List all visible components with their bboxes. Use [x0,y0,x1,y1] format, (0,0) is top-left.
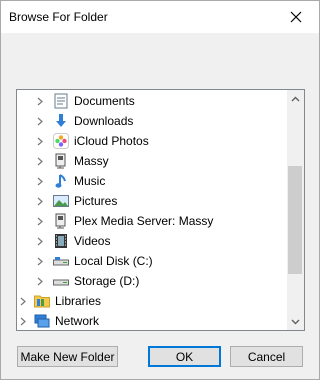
downloads-icon [53,113,69,129]
tree-item-label: Documents [74,94,135,108]
chevron-up-icon [291,96,300,101]
tree-item-label: Storage (D:) [74,274,140,288]
folder-tree[interactable]: Documents Downloads iCloud Photos Massy … [16,89,305,331]
tree-item-local-disk-c[interactable]: Local Disk (C:) [35,251,304,271]
chevron-right-icon[interactable] [35,111,45,131]
browse-for-folder-dialog: Browse For Folder Documents Downloads iC… [0,0,320,380]
tree-item-documents[interactable]: Documents [35,91,304,111]
icloud-photos-icon [53,133,69,149]
chevron-right-icon[interactable] [35,251,45,271]
make-new-folder-button[interactable]: Make New Folder [17,346,118,367]
tree-item-label: Local Disk (C:) [74,254,153,268]
tree-item-label: Videos [74,234,111,248]
tree-item-label: Downloads [74,114,134,128]
tree-item-videos[interactable]: Videos [35,231,304,251]
cancel-button[interactable]: Cancel [230,346,303,367]
libraries-icon [34,293,50,309]
tree-item-label: iCloud Photos [74,134,149,148]
chevron-right-icon[interactable] [35,91,45,111]
ok-button[interactable]: OK [148,346,221,367]
chevron-right-icon[interactable] [35,211,45,231]
tree-item-libraries[interactable]: Libraries [18,291,288,311]
pictures-icon [53,193,69,209]
tree-item-massy[interactable]: Massy [35,151,304,171]
documents-icon [53,93,69,109]
drive-icon [53,273,69,289]
scroll-down-button[interactable] [287,313,304,330]
chevron-right-icon[interactable] [18,311,28,330]
tree-item-label: Music [74,174,106,188]
chevron-right-icon[interactable] [35,191,45,211]
tree-item-storage-d[interactable]: Storage (D:) [35,271,304,291]
chevron-down-icon [291,319,300,324]
chevron-right-icon[interactable] [35,231,45,251]
network-share-icon [53,153,69,169]
close-icon [290,11,302,23]
title-bar: Browse For Folder [1,1,319,33]
chevron-right-icon[interactable] [35,151,45,171]
vertical-scrollbar[interactable] [287,90,304,330]
videos-icon [53,233,69,249]
music-icon [53,173,69,189]
tree-item-network[interactable]: Network [18,311,288,330]
tree-item-label: Plex Media Server: Massy [74,214,214,228]
tree-item-plex-media-server[interactable]: Plex Media Server: Massy [35,211,304,231]
tree-item-label: Massy [74,154,109,168]
tree-item-music[interactable]: Music [35,171,304,191]
chevron-right-icon[interactable] [35,131,45,151]
tree-item-pictures[interactable]: Pictures [35,191,304,211]
tree-item-label: Pictures [74,194,118,208]
tree-item-downloads[interactable]: Downloads [35,111,304,131]
scrollbar-thumb[interactable] [288,166,302,274]
network-share-icon [53,213,69,229]
chevron-right-icon[interactable] [18,291,28,311]
tree-item-label: Libraries [55,294,102,308]
window-title: Browse For Folder [9,10,108,24]
chevron-right-icon[interactable] [35,171,45,191]
tree-item-icloud-photos[interactable]: iCloud Photos [35,131,304,151]
network-icon [34,313,50,329]
close-button[interactable] [273,1,319,33]
scroll-up-button[interactable] [287,90,304,107]
tree-item-label: Network [55,314,100,328]
drive-icon [53,253,69,269]
chevron-right-icon[interactable] [35,271,45,291]
